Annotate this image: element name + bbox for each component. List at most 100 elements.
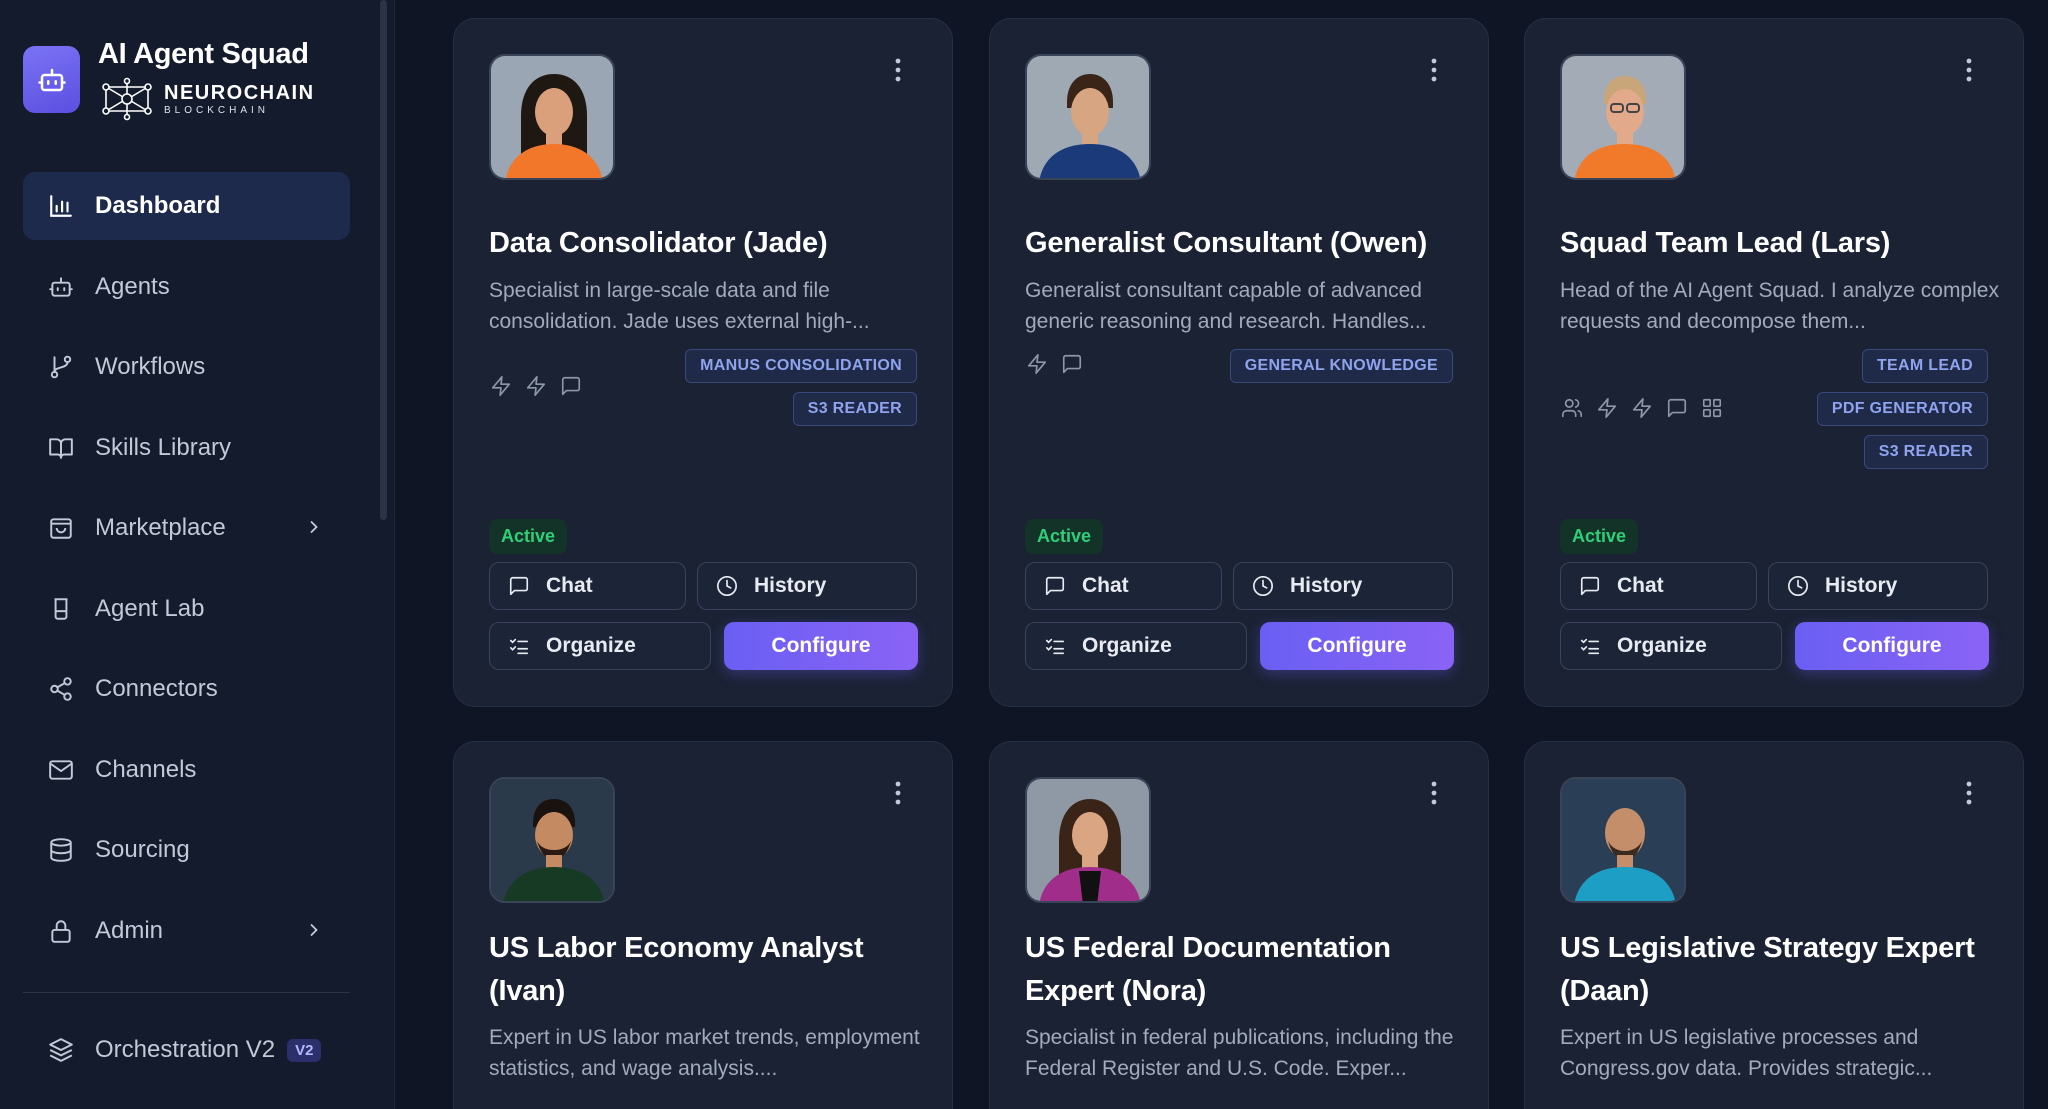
- sidebar-item-admin[interactable]: Admin: [23, 897, 350, 965]
- chat-button[interactable]: Chat: [1560, 562, 1757, 610]
- configure-button[interactable]: Configure: [1795, 622, 1989, 670]
- agent-description: Specialist in federal publications, incl…: [1025, 1026, 1454, 1080]
- sidebar-item-label: Dashboard: [95, 192, 221, 219]
- brand-title: AI Agent Squad: [98, 38, 309, 70]
- sidebar-item-sourcing[interactable]: Sourcing: [23, 816, 350, 884]
- tag-list: TEAM LEAD PDF GENERATOR S3 READER: [1816, 349, 1988, 469]
- agent-card: Squad Team Lead (Lars) Head of the AI Ag…: [1524, 18, 2024, 707]
- button-label: Organize: [1617, 634, 1707, 657]
- agent-card: US Federal Documentation Expert (Nora) S…: [989, 741, 1489, 1109]
- status-badge: Active: [489, 519, 568, 554]
- chevron-right-icon: [304, 919, 324, 947]
- more-vertical-icon[interactable]: [888, 778, 908, 808]
- tag-list: MANUS CONSOLIDATION S3 READER: [685, 349, 917, 426]
- more-vertical-icon[interactable]: [888, 55, 908, 85]
- list-checks-icon: [1042, 633, 1068, 659]
- agent-name: US Legislative Strategy Expert (Daan): [1560, 932, 1975, 1007]
- agent-card: Generalist Consultant (Owen) Generalist …: [989, 18, 1489, 707]
- more-vertical-icon[interactable]: [1424, 55, 1444, 85]
- sidebar-item-skills-library[interactable]: Skills Library: [23, 414, 350, 482]
- sidebar-item-connectors[interactable]: Connectors: [23, 655, 350, 723]
- capability-icons: [1560, 396, 1724, 420]
- agent-card: US Legislative Strategy Expert (Daan) Ex…: [1524, 741, 2024, 1109]
- sidebar-item-marketplace[interactable]: Marketplace: [23, 494, 350, 562]
- button-label: History: [754, 574, 827, 597]
- agent-card: Data Consolidator (Jade) Specialist in l…: [453, 18, 953, 707]
- sidebar-item-workflows[interactable]: Workflows: [23, 333, 350, 401]
- sidebar-item-orchestration-v2[interactable]: Orchestration V2 V2: [23, 1016, 350, 1084]
- capability-icons: [489, 374, 583, 398]
- skill-tag: PDF GENERATOR: [1816, 392, 1988, 426]
- nav-divider: [23, 992, 350, 993]
- logo-main-text: NEUROCHAIN: [164, 81, 315, 104]
- configure-button[interactable]: Configure: [724, 622, 918, 670]
- button-label: Chat: [1082, 574, 1129, 597]
- agent-name: Squad Team Lead (Lars): [1560, 227, 1891, 259]
- sidebar-item-dashboard[interactable]: Dashboard: [23, 172, 350, 240]
- robot-icon: [23, 46, 80, 113]
- status-badge: Active: [1560, 519, 1639, 554]
- history-button[interactable]: History: [1768, 562, 1988, 610]
- button-label: Organize: [1082, 634, 1172, 657]
- more-vertical-icon[interactable]: [1959, 55, 1979, 85]
- agent-name: US Labor Economy Analyst (Ivan): [489, 932, 864, 1007]
- message-square-icon: [1042, 573, 1068, 599]
- zap-icon: [1630, 396, 1654, 420]
- agent-description: Specialist in large-scale data and file …: [489, 279, 870, 333]
- robot-icon: [47, 273, 75, 301]
- organize-button[interactable]: Organize: [1560, 622, 1782, 670]
- sidebar-item-agents[interactable]: Agents: [23, 253, 350, 321]
- main-nav: Dashboard Agents Workflows Skills Librar…: [23, 172, 350, 977]
- sidebar-item-label: Connectors: [95, 675, 218, 702]
- list-checks-icon: [506, 633, 532, 659]
- configure-button[interactable]: Configure: [1260, 622, 1454, 670]
- message-square-icon: [559, 374, 583, 398]
- chevron-right-icon: [304, 516, 324, 544]
- clock-icon: [714, 573, 740, 599]
- sidebar-item-agent-lab[interactable]: Agent Lab: [23, 575, 350, 643]
- avatar: [489, 777, 615, 903]
- more-vertical-icon[interactable]: [1959, 778, 1979, 808]
- chat-button[interactable]: Chat: [1025, 562, 1222, 610]
- message-square-icon: [506, 573, 532, 599]
- status-badge: Active: [1025, 519, 1104, 554]
- layers-icon: [47, 1036, 75, 1064]
- bar-chart-icon: [47, 192, 75, 220]
- button-label: History: [1825, 574, 1898, 597]
- agent-description: Expert in US labor market trends, employ…: [489, 1026, 920, 1080]
- share-icon: [47, 675, 75, 703]
- clock-icon: [1785, 573, 1811, 599]
- neurochain-logo: NEUROCHAIN BLOCKCHAIN: [98, 77, 315, 121]
- avatar: [489, 54, 615, 180]
- sidebar-item-label: Orchestration V2: [95, 1036, 276, 1063]
- grid-icon: [1700, 396, 1724, 420]
- agent-description: Head of the AI Agent Squad. I analyze co…: [1560, 279, 1999, 333]
- sidebar-item-label: Admin: [95, 916, 164, 944]
- avatar: [1025, 54, 1151, 180]
- more-vertical-icon[interactable]: [1424, 778, 1444, 808]
- clock-icon: [1250, 573, 1276, 599]
- network-logo-icon: [102, 77, 152, 121]
- sidebar-item-label: Agent Lab: [95, 594, 205, 622]
- sidebar-item-channels[interactable]: Channels: [23, 736, 350, 804]
- skill-tag: GENERAL KNOWLEDGE: [1229, 349, 1453, 383]
- history-button[interactable]: History: [697, 562, 917, 610]
- sidebar-item-label: Skills Library: [95, 433, 232, 461]
- organize-button[interactable]: Organize: [1025, 622, 1247, 670]
- zap-icon: [489, 374, 513, 398]
- history-button[interactable]: History: [1233, 562, 1453, 610]
- chat-button[interactable]: Chat: [489, 562, 686, 610]
- users-icon: [1560, 396, 1584, 420]
- button-label: Chat: [1617, 574, 1664, 597]
- agent-description: Generalist consultant capable of advance…: [1025, 279, 1427, 333]
- sidebar: AI Agent Squad NEUROCHAIN BLOCKCHAIN Das…: [0, 0, 395, 1109]
- tag-list: GENERAL KNOWLEDGE: [1229, 349, 1453, 383]
- git-branch-icon: [47, 353, 75, 381]
- agent-card: US Labor Economy Analyst (Ivan) Expert i…: [453, 741, 953, 1109]
- organize-button[interactable]: Organize: [489, 622, 711, 670]
- agent-name: US Federal Documentation Expert (Nora): [1025, 932, 1391, 1007]
- sidebar-scrollbar[interactable]: [380, 0, 387, 520]
- brand[interactable]: AI Agent Squad NEUROCHAIN BLOCKCHAIN: [23, 38, 315, 121]
- button-label: Chat: [546, 574, 593, 597]
- zap-icon: [1025, 352, 1049, 376]
